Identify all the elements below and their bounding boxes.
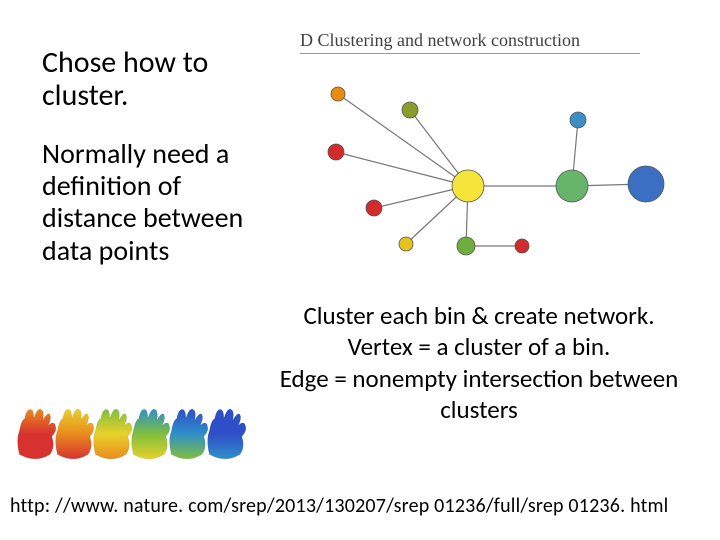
network-graph [290,56,690,280]
graph-node [331,87,345,101]
graph-node [452,170,484,202]
graph-node [366,200,382,216]
figure-caption: Cluster each bin & create network. Verte… [264,300,694,425]
caption-line: Vertex = a cluster of a bin. [264,331,694,362]
hand-thumbnail [132,409,170,459]
graph-edge [336,152,468,186]
hand-thumbnail [18,409,56,459]
graph-node [399,237,413,251]
hand-thumbnails [14,396,246,474]
caption-line: Cluster each bin & create network. [264,300,694,331]
graph-node [515,239,529,253]
graph-node [328,144,344,160]
graph-node [402,102,418,118]
graph-node [570,112,586,128]
graph-node [457,237,475,255]
hand-thumbnail [56,409,94,459]
hand-thumbnail [94,409,132,459]
hand-thumbnail [170,409,208,459]
graph-node [628,166,664,202]
panel-header: D Clustering and network construction [300,30,640,54]
hand-thumbnail [208,409,246,459]
slide-title: Chose how to cluster. [42,46,262,112]
graph-node [556,170,588,202]
source-url: http: //www. nature. com/srep/2013/13020… [10,494,668,518]
caption-line: Edge = nonempty intersection between clu… [264,363,694,426]
slide-paragraph: Normally need a definition of distance b… [42,138,262,267]
network-panel: D Clustering and network construction [290,30,690,280]
